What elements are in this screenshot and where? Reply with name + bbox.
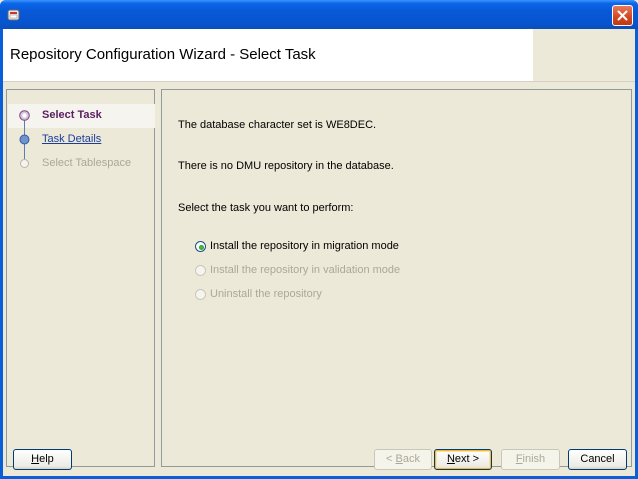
content-panel: The database character set is WE8DEC. Th… [161, 89, 632, 467]
back-button: < Back [374, 449, 432, 470]
oracle-app-icon [7, 9, 20, 21]
title-bar[interactable] [0, 0, 638, 29]
wizard-title: Repository Configuration Wizard - Select… [10, 46, 316, 63]
train-step-select-task: Select Task [42, 109, 102, 121]
next-button[interactable]: Next > [434, 449, 492, 470]
repository-status-text: There is no DMU repository in the databa… [178, 160, 394, 172]
wizard-train-panel: Select Task Task Details Select Tablespa… [6, 89, 155, 467]
charset-text: The database character set is WE8DEC. [178, 119, 377, 131]
current-step-stop-icon [19, 110, 30, 121]
cancel-button[interactable]: Cancel [568, 449, 627, 470]
wizard-window: Repository Configuration Wizard - Select… [0, 0, 638, 479]
radio-install-validation [195, 265, 206, 276]
train-step-select-tablespace: Select Tablespace [42, 157, 132, 169]
option-install-validation-label: Install the repository in validation mod… [210, 264, 401, 276]
help-button[interactable]: Help [13, 449, 72, 470]
header-banner: Repository Configuration Wizard - Select… [3, 29, 635, 81]
finish-button: Finish [501, 449, 560, 470]
header-separator [3, 81, 635, 82]
task-prompt-text: Select the task you want to perform: [178, 202, 354, 214]
close-icon [617, 10, 628, 21]
step-stop-icon [19, 134, 30, 145]
dialog-client-area: Repository Configuration Wizard - Select… [3, 29, 635, 476]
option-uninstall-label: Uninstall the repository [210, 288, 322, 300]
radio-uninstall [195, 289, 206, 300]
option-install-migration-label[interactable]: Install the repository in migration mode [210, 240, 399, 252]
radio-selected-dot [199, 245, 204, 250]
close-button[interactable] [612, 5, 633, 26]
header-banner-fade [533, 29, 635, 81]
radio-install-migration[interactable] [195, 241, 206, 252]
train-step-task-details[interactable]: Task Details [42, 133, 101, 145]
disabled-step-stop-icon [20, 159, 29, 168]
